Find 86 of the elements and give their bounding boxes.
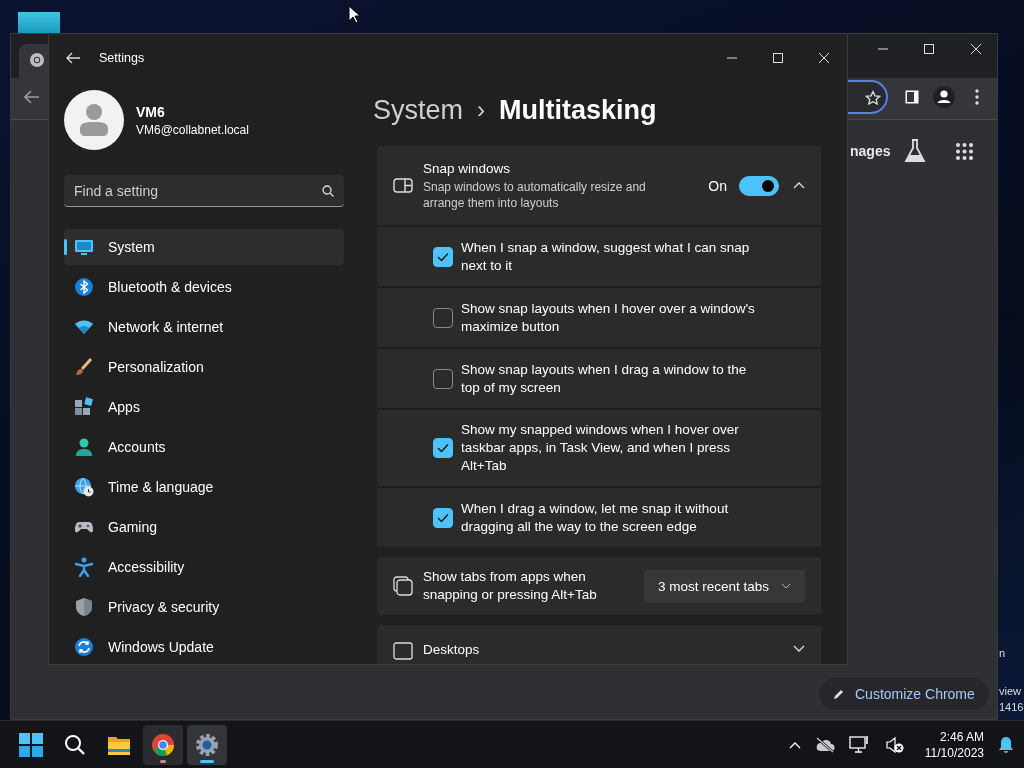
- shield-icon: [74, 597, 94, 617]
- window-title: Settings: [99, 51, 145, 65]
- breadcrumb-separator: ›: [477, 96, 486, 124]
- chevron-down-icon: [781, 583, 791, 589]
- bell-icon[interactable]: [998, 735, 1014, 754]
- breadcrumb-link[interactable]: System: [373, 94, 464, 126]
- browser-icon: [151, 732, 175, 757]
- globe-clock-icon: [74, 477, 94, 497]
- chevron-up-icon[interactable]: [788, 740, 801, 749]
- speaker-muted-icon[interactable]: [884, 735, 905, 754]
- nav-item[interactable]: Personalization: [64, 349, 344, 385]
- globe-icon: [29, 52, 45, 68]
- nav-item[interactable]: Bluetooth & devices: [64, 269, 344, 305]
- avatar[interactable]: [64, 90, 124, 150]
- close-icon[interactable]: [971, 44, 981, 54]
- flask-icon[interactable]: [904, 139, 926, 163]
- nav-item[interactable]: Time & language: [64, 469, 344, 505]
- desktop-icon: [393, 642, 413, 660]
- checkbox[interactable]: [433, 368, 453, 389]
- profile-icon[interactable]: [933, 86, 955, 108]
- checkbox-label: Show snap layouts when I hover over a window's maximize button: [461, 299, 756, 336]
- checkbox[interactable]: [433, 307, 453, 328]
- checkmark-icon: [437, 512, 449, 523]
- person-icon: [74, 437, 94, 457]
- nav-item[interactable]: Network & internet: [64, 309, 344, 345]
- accessibility-icon: [74, 557, 94, 577]
- bluetooth-icon: [74, 277, 94, 297]
- clock-date[interactable]: 11/10/2023: [924, 744, 984, 761]
- checkbox-label: Show snap layouts when I drag a window to the top of my screen: [461, 360, 748, 397]
- desktop-text: 1416: [999, 701, 1024, 713]
- stacked-windows-icon: [393, 576, 413, 596]
- nav-item[interactable]: Privacy & security: [64, 589, 344, 625]
- checkbox-label: When I drag a window, let me snap it without dragging all the way to the screen edge: [461, 499, 730, 536]
- browser-tab[interactable]: [19, 44, 48, 78]
- back-arrow-icon[interactable]: [65, 50, 81, 66]
- nav-item[interactable]: Accounts: [64, 429, 344, 465]
- checkbox-label: Show my snapped windows when I hover over taskbar apps, in Task View, and when I press Alt+Tab: [461, 421, 740, 475]
- nav-item[interactable]: Accessibility: [64, 549, 344, 585]
- checkbox-label: When I snap a window, suggest what I can snap next to it: [461, 238, 751, 275]
- nav-item[interactable]: Gaming: [64, 509, 344, 545]
- desktop-text: n: [999, 647, 1006, 659]
- taskbar-app[interactable]: [143, 724, 183, 765]
- maximize-icon[interactable]: [773, 53, 783, 63]
- setting-description: Snap windows to automatically resize and arrange them into layouts: [423, 178, 647, 211]
- nav-item[interactable]: Apps: [64, 389, 344, 425]
- cloud-off-icon[interactable]: [814, 736, 835, 753]
- search-icon[interactable]: [322, 185, 334, 197]
- brush-icon: [74, 357, 94, 377]
- search-field[interactable]: Find a setting: [64, 175, 344, 207]
- toggle-state-text: On: [708, 177, 727, 194]
- checkbox[interactable]: [433, 246, 453, 267]
- tile-icon[interactable]: [18, 12, 60, 33]
- account-email: VM6@collabnet.local: [136, 122, 249, 137]
- apps-icon: [74, 397, 94, 417]
- page-title: Multitasking: [499, 94, 657, 126]
- clock-time[interactable]: 2:46 AM: [924, 728, 984, 745]
- setting-title: Show tabs from apps when snapping or pressing Alt+Tab: [423, 568, 598, 604]
- toolbar-text[interactable]: nages: [850, 143, 891, 159]
- monitor-icon: [74, 237, 94, 257]
- checkmark-icon: [437, 443, 449, 453]
- checkmark-icon: [437, 251, 449, 262]
- gear-icon: [195, 732, 219, 757]
- dropdown[interactable]: 3 most recent tabs: [643, 569, 805, 603]
- windows-logo-icon: [19, 732, 43, 757]
- star-icon[interactable]: [865, 90, 881, 106]
- network-icon[interactable]: [848, 734, 871, 755]
- setting-title: Desktops: [423, 642, 481, 658]
- taskbar-app[interactable]: [187, 724, 227, 765]
- snap-layout-icon: [393, 177, 413, 194]
- nav-item[interactable]: Windows Update: [64, 629, 344, 664]
- customize-button[interactable]: Customize Chrome: [819, 678, 989, 710]
- close-icon[interactable]: [819, 53, 829, 63]
- maximize-icon[interactable]: [924, 44, 934, 54]
- nav-item[interactable]: System: [64, 229, 344, 265]
- account-name: VM6: [136, 103, 166, 120]
- desktop-text: view: [999, 685, 1021, 697]
- checkbox[interactable]: [433, 507, 453, 528]
- setting-title: Snap windows: [423, 160, 512, 176]
- menu-icon[interactable]: [975, 89, 979, 105]
- checkbox[interactable]: [433, 438, 453, 458]
- search-icon: [64, 733, 86, 756]
- cursor-icon: [348, 5, 360, 24]
- apps-grid-icon[interactable]: [956, 143, 973, 160]
- refresh-icon: [74, 637, 94, 657]
- pencil-icon[interactable]: [833, 688, 845, 700]
- toggle-switch[interactable]: [739, 175, 779, 196]
